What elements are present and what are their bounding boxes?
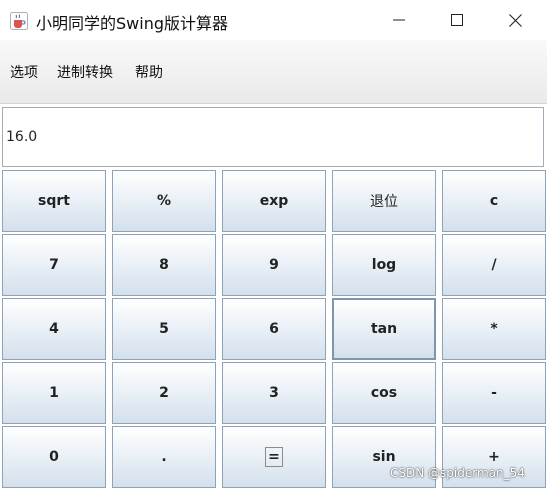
key-2[interactable]: 2 <box>112 362 216 424</box>
maximize-icon <box>451 14 463 26</box>
close-icon <box>508 13 522 27</box>
minimize-button[interactable] <box>375 0 423 40</box>
key-0[interactable]: 0 <box>2 426 106 488</box>
key-exp[interactable]: exp <box>222 170 326 232</box>
key-equals-label: = <box>265 447 283 467</box>
key-percent[interactable]: % <box>112 170 216 232</box>
key-4[interactable]: 4 <box>2 298 106 360</box>
key-5[interactable]: 5 <box>112 298 216 360</box>
minimize-icon <box>393 19 405 21</box>
key-multiply[interactable]: * <box>442 298 546 360</box>
key-7[interactable]: 7 <box>2 234 106 296</box>
key-backspace[interactable]: 退位 <box>332 170 436 232</box>
key-decimal[interactable]: . <box>112 426 216 488</box>
window-title: 小明同学的Swing版计算器 <box>36 14 228 33</box>
key-divide[interactable]: / <box>442 234 546 296</box>
menu-bar: 选项 进制转换 帮助 <box>0 40 547 104</box>
calculator-window: 小明同学的Swing版计算器 选项 进制转换 帮助 16.0 sqrt % ex… <box>0 0 547 492</box>
key-cos[interactable]: cos <box>332 362 436 424</box>
menu-base-conversion[interactable]: 进制转换 <box>57 62 113 82</box>
key-equals[interactable]: = <box>222 426 326 488</box>
csdn-watermark: CSDN @spiderman_54 <box>390 466 525 480</box>
title-bar[interactable]: 小明同学的Swing版计算器 <box>0 0 547 40</box>
key-tan[interactable]: tan <box>332 298 436 360</box>
key-subtract[interactable]: - <box>442 362 546 424</box>
key-log[interactable]: log <box>332 234 436 296</box>
key-9[interactable]: 9 <box>222 234 326 296</box>
java-coffee-cup-icon <box>10 12 28 30</box>
key-1[interactable]: 1 <box>2 362 106 424</box>
key-6[interactable]: 6 <box>222 298 326 360</box>
display-value: 16.0 <box>6 129 38 145</box>
key-8[interactable]: 8 <box>112 234 216 296</box>
maximize-button[interactable] <box>433 0 481 40</box>
key-3[interactable]: 3 <box>222 362 326 424</box>
key-clear[interactable]: c <box>442 170 546 232</box>
result-display[interactable]: 16.0 <box>2 107 544 167</box>
keypad: sqrt % exp 退位 c 7 8 9 log / 4 5 6 tan * … <box>0 168 547 492</box>
menu-help[interactable]: 帮助 <box>135 62 163 82</box>
menu-options[interactable]: 选项 <box>10 62 38 82</box>
close-button[interactable] <box>491 0 539 40</box>
key-sqrt[interactable]: sqrt <box>2 170 106 232</box>
